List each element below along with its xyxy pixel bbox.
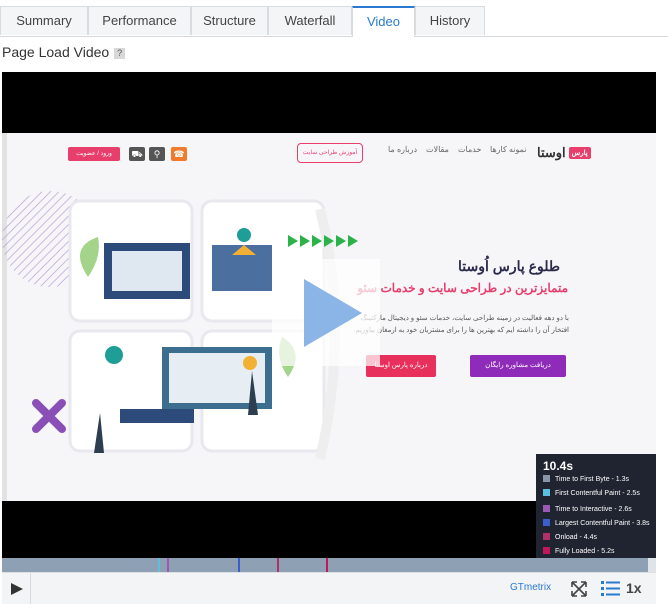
stat-swatch xyxy=(543,533,550,540)
stat-swatch xyxy=(543,519,550,526)
stat-row: Time to Interactive - 2.6s xyxy=(543,504,632,516)
stat-swatch xyxy=(543,505,550,512)
site-cta-primary: دریافت مشاوره رایگان xyxy=(470,355,566,377)
phone-icon: ☎ xyxy=(171,147,187,161)
timeline-marker xyxy=(167,558,169,572)
timeline-marker xyxy=(238,558,240,572)
search-icon: ⚲ xyxy=(149,147,165,161)
timeline-marker xyxy=(326,558,328,572)
tab-summary[interactable]: Summary xyxy=(0,6,88,35)
site-outline-button: آموزش طراحی سایت xyxy=(297,143,363,163)
fullscreen-icon xyxy=(571,581,587,597)
stat-row: Onload - 4.4s xyxy=(543,532,597,544)
cart-icon: ⛟ xyxy=(129,147,145,161)
stat-label: Time to First Byte - 1.3s xyxy=(555,476,630,483)
brand-label: GTmetrix xyxy=(510,582,552,593)
elapsed-time: 10.4s xyxy=(543,459,574,473)
timeline-marker xyxy=(158,558,160,572)
list-icon xyxy=(601,581,620,596)
stat-swatch xyxy=(543,489,550,496)
play-icon xyxy=(11,583,23,595)
site-logo: اوستا پارس xyxy=(537,145,591,161)
play-overlay-button[interactable] xyxy=(272,259,380,366)
tab-video[interactable]: Video xyxy=(352,6,415,37)
video-frame: اوستا پارس نمونه کارها خدمات مقالات دربار… xyxy=(2,133,656,501)
site-login-button: ورود / عضویت xyxy=(68,147,120,161)
timings-toggle-button[interactable] xyxy=(596,573,626,604)
stat-row: Largest Contentful Paint - 3.8s xyxy=(543,518,650,530)
site-nav-item: نمونه کارها xyxy=(490,145,527,154)
play-button[interactable] xyxy=(2,573,31,604)
stat-label: Onload - 4.4s xyxy=(555,534,598,541)
site-nav-item: مقالات xyxy=(426,145,449,154)
play-icon xyxy=(304,279,362,347)
tab-history[interactable]: History xyxy=(415,6,485,35)
site-nav-item: خدمات xyxy=(458,145,482,154)
site-headline: طلوع پارس اُوستا xyxy=(457,258,560,274)
fullscreen-button[interactable] xyxy=(564,573,594,604)
timeline-marker xyxy=(277,558,279,572)
tab-bar: Summary Performance Structure Waterfall … xyxy=(0,6,668,37)
tab-waterfall[interactable]: Waterfall xyxy=(268,6,352,35)
video-player[interactable]: اوستا پارس نمونه کارها خدمات مقالات دربار… xyxy=(2,72,656,604)
site-logo-badge: پارس xyxy=(568,147,591,159)
stat-swatch xyxy=(543,475,550,482)
site-paragraph: با دو دهه فعالیت در زمینه طراحی سایت، خد… xyxy=(353,315,570,334)
decorative-arrows xyxy=(288,235,358,247)
stat-label: First Contentful Paint - 2.5s xyxy=(555,490,640,497)
site-logo-text: اوستا xyxy=(537,145,566,160)
stat-row: Fully Loaded - 5.2s xyxy=(543,546,615,558)
video-timeline[interactable] xyxy=(2,558,656,572)
help-icon[interactable]: ? xyxy=(114,48,126,59)
stat-label: Largest Contentful Paint - 3.8s xyxy=(555,520,650,527)
stat-row: Time to First Byte - 1.3s xyxy=(543,474,629,486)
stat-swatch xyxy=(543,547,550,554)
stat-label: Time to Interactive - 2.6s xyxy=(555,506,632,513)
stat-row: First Contentful Paint - 2.5s xyxy=(543,488,640,500)
stat-label: Fully Loaded - 5.2s xyxy=(555,548,615,555)
page-title-text: Page Load Video xyxy=(2,44,110,60)
playback-speed-button[interactable]: 1x xyxy=(626,580,642,596)
timeline-handle[interactable] xyxy=(648,558,656,572)
tab-structure[interactable]: Structure xyxy=(191,6,268,35)
site-nav-item: درباره ما xyxy=(388,145,418,154)
timing-stats-panel: 10.4s Time to First Byte - 1.3s First Co… xyxy=(536,454,656,558)
video-controls: GTmetrix 1x xyxy=(2,572,656,604)
page-title: Page Load Video? xyxy=(2,44,126,60)
tab-performance[interactable]: Performance xyxy=(88,6,191,35)
